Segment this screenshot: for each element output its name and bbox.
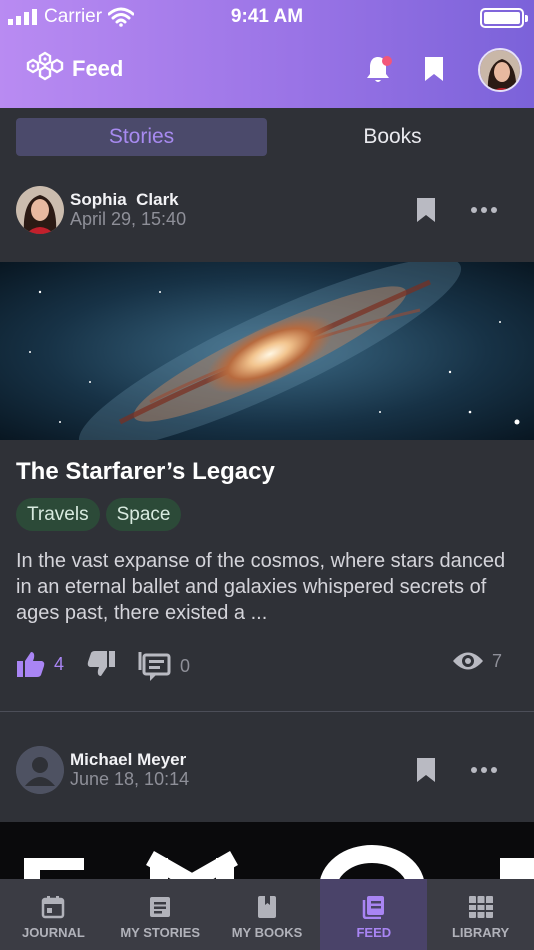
post-divider	[0, 711, 534, 712]
author-name[interactable]: Michael Meyer	[70, 750, 186, 770]
comment-icon	[138, 652, 171, 681]
dot	[481, 767, 487, 773]
galaxy-illustration	[0, 262, 534, 440]
post-date: June 18, 10:14	[70, 769, 190, 789]
thumbs-up-icon	[17, 652, 45, 677]
author-avatar-image	[16, 186, 64, 234]
feed-icon	[362, 896, 384, 919]
thumbs-down-icon	[87, 651, 115, 676]
like-button[interactable]: 4	[16, 650, 64, 678]
nav-label: FEED	[356, 925, 392, 940]
comments-button[interactable]: 0	[138, 650, 190, 682]
post-bookmark-icon[interactable]	[415, 196, 437, 224]
nav-label: MY STORIES	[120, 925, 201, 940]
story-cover-image[interactable]	[0, 262, 534, 440]
post-actions: 4 0 7	[0, 646, 534, 684]
views-indicator: 7	[452, 650, 502, 672]
tag-chip[interactable]: Travels	[16, 498, 100, 531]
like-count: 4	[54, 653, 65, 674]
dot	[491, 767, 497, 773]
profile-avatar-image	[480, 50, 520, 90]
author-name[interactable]: Sophia Clark	[70, 190, 179, 210]
nav-label: JOURNAL	[21, 925, 85, 940]
cover-lettering-graphic	[24, 845, 534, 882]
nav-my-stories[interactable]: MY STORIES	[107, 879, 214, 950]
notification-dot	[382, 56, 392, 66]
nav-feed[interactable]: FEED	[320, 879, 428, 950]
dislike-button[interactable]	[86, 650, 116, 678]
logo-hexagons-icon	[26, 51, 64, 81]
post-header: Sophia Clark April 29, 15:40	[0, 186, 534, 236]
nav-journal[interactable]: JOURNAL	[0, 879, 107, 950]
eye-icon	[453, 652, 483, 670]
status-time: 9:41 AM	[230, 6, 304, 27]
dot	[481, 207, 487, 213]
page-title: Feed	[72, 56, 124, 81]
avatar[interactable]	[16, 746, 64, 794]
dot	[491, 207, 497, 213]
book-icon	[257, 896, 276, 918]
dot	[471, 207, 477, 213]
comment-count: 0	[180, 655, 191, 676]
app-header: Carrier 9:41 AM Feed	[0, 0, 534, 108]
nav-my-books[interactable]: MY BOOKS	[214, 879, 321, 950]
tab-stories[interactable]: Stories	[16, 118, 267, 156]
more-options-icon[interactable]	[468, 758, 500, 782]
view-count: 7	[492, 650, 503, 671]
post-bookmark-icon[interactable]	[415, 756, 437, 784]
story-excerpt[interactable]: In the vast expanse of the cosmos, where…	[16, 548, 526, 626]
battery-icon	[480, 8, 528, 28]
default-avatar-icon	[16, 746, 64, 794]
story-cover-image[interactable]	[0, 822, 534, 882]
bottom-nav: JOURNAL MY STORIES MY BOOKS FEED LIBRARY	[0, 879, 534, 950]
status-bar: Carrier 9:41 AM	[0, 0, 534, 36]
calendar-icon	[42, 896, 65, 919]
post-header: Michael Meyer June 18, 10:14	[0, 746, 534, 796]
bookmark-icon[interactable]	[423, 55, 445, 83]
post-date: April 29, 15:40	[70, 209, 187, 229]
app-bar: Feed	[0, 42, 534, 100]
story-icon	[150, 897, 171, 917]
library-icon	[468, 896, 493, 918]
more-options-icon[interactable]	[468, 198, 500, 222]
segmented-tabs: Stories Books	[16, 118, 518, 156]
profile-avatar[interactable]	[478, 48, 522, 92]
nav-library[interactable]: LIBRARY	[427, 879, 534, 950]
nav-label: LIBRARY	[451, 925, 510, 940]
avatar[interactable]	[16, 186, 64, 234]
tag-chip[interactable]: Space	[105, 498, 182, 531]
story-title[interactable]: The Starfarer’s Legacy	[16, 458, 275, 486]
nav-label: MY BOOKS	[231, 925, 303, 940]
tab-books[interactable]: Books	[267, 118, 518, 156]
tag-list: Travels Space	[16, 498, 182, 531]
dot	[471, 767, 477, 773]
